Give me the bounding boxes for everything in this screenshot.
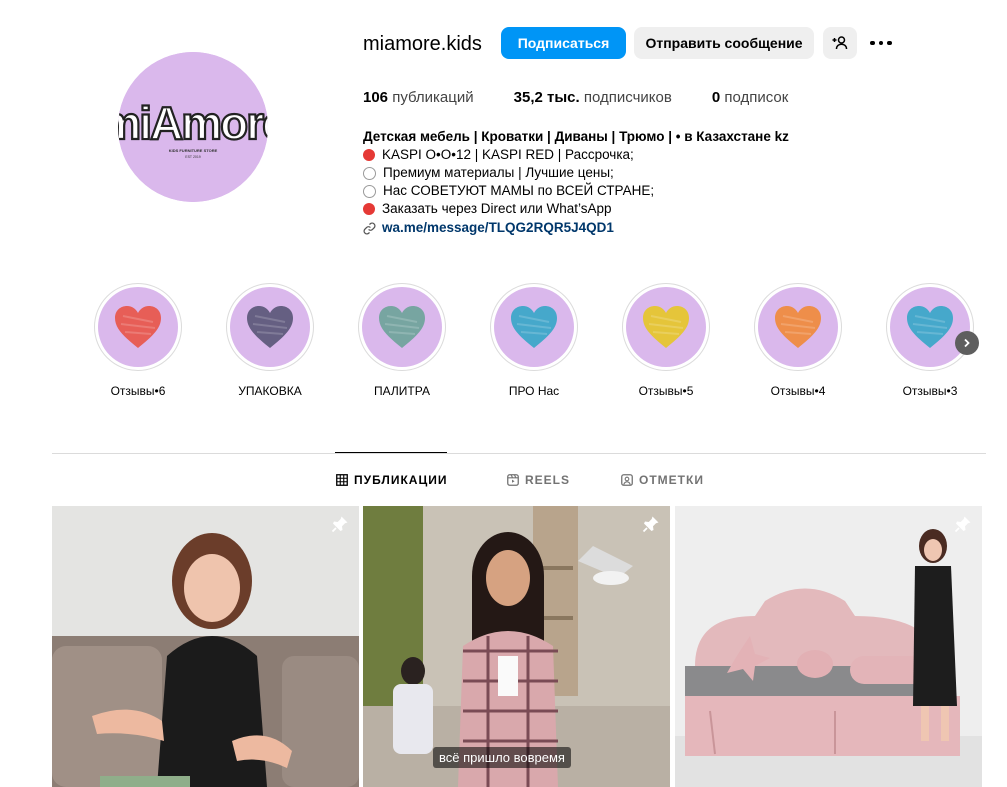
bio-line: Заказать через Direct или What’sApp	[363, 200, 823, 218]
highlight-item[interactable]: Отзывы•5	[611, 283, 721, 398]
post-caption: всё пришло вовремя	[433, 747, 571, 768]
tab-posts[interactable]: ПУБЛИКАЦИИ	[336, 473, 447, 487]
red-circle-icon	[363, 203, 375, 215]
heart-icon	[511, 306, 557, 348]
tab-reels[interactable]: REELS	[507, 473, 570, 487]
suggest-users-button[interactable]	[823, 27, 857, 59]
highlight-item[interactable]: ПАЛИТРА	[347, 283, 457, 398]
following-stat[interactable]: 0 подписок	[712, 89, 788, 106]
post-photo	[52, 506, 359, 787]
highlight-ring	[754, 283, 842, 371]
profile-username: miamore.kids	[363, 33, 482, 55]
heart-icon	[115, 306, 161, 348]
highlight-ring	[622, 283, 710, 371]
bio-link[interactable]: wa.me/message/TLQG2RQR5J4QD1	[363, 219, 823, 237]
highlight-cover	[98, 287, 178, 367]
highlights-next-button[interactable]	[955, 331, 979, 355]
white-circle-icon	[363, 184, 376, 198]
bio-line: Премиум материалы | Лучшие цены;	[363, 164, 823, 182]
more-options-button[interactable]	[866, 27, 896, 59]
followers-stat[interactable]: 35,2 тыс. подписчиков	[514, 89, 672, 106]
link-icon	[363, 222, 376, 234]
grid-icon	[336, 474, 348, 486]
highlight-cover	[890, 287, 970, 367]
profile-bio: Детская мебель | Кроватки | Диваны | Трю…	[363, 128, 823, 237]
posts-stat: 106 публикаций	[363, 89, 474, 106]
highlight-ring	[490, 283, 578, 371]
highlight-label: УПАКОВКА	[238, 384, 302, 398]
bio-name: Детская мебель | Кроватки | Диваны | Трю…	[363, 129, 789, 144]
pin-icon	[331, 516, 348, 533]
heart-icon	[379, 306, 425, 348]
highlight-label: Отзывы•4	[770, 384, 826, 398]
tagged-icon	[621, 474, 633, 486]
highlight-cover	[362, 287, 442, 367]
heart-icon	[775, 306, 821, 348]
active-tab-indicator	[335, 452, 447, 453]
add-user-icon	[832, 36, 848, 50]
highlight-item[interactable]: Отзывы•4	[743, 283, 853, 398]
tabs-divider	[52, 453, 986, 454]
svg-text:miAmore: miAmore	[118, 97, 268, 149]
highlight-cover	[230, 287, 310, 367]
pin-icon	[954, 516, 971, 533]
red-circle-icon	[363, 149, 375, 161]
white-circle-icon	[363, 166, 376, 180]
highlight-label: Отзывы•5	[638, 384, 694, 398]
post-photo	[675, 506, 982, 787]
highlight-ring	[94, 283, 182, 371]
highlight-label: Отзывы•6	[110, 384, 166, 398]
highlight-item[interactable]: УПАКОВКА	[215, 283, 325, 398]
highlight-label: ПАЛИТРА	[374, 384, 430, 398]
bio-line: Нас СОВЕТУЮТ МАМЫ по ВСЕЙ СТРАНЕ;	[363, 182, 823, 200]
highlight-cover	[626, 287, 706, 367]
highlight-cover	[758, 287, 838, 367]
send-message-button[interactable]: Отправить сообщение	[634, 27, 814, 59]
more-dot-icon	[870, 40, 875, 46]
reels-icon	[507, 474, 519, 486]
post-tile[interactable]	[675, 506, 982, 787]
heart-icon	[247, 306, 293, 348]
highlight-label: ПРО Нас	[508, 384, 560, 398]
chevron-right-icon	[964, 338, 970, 348]
highlight-ring	[358, 283, 446, 371]
post-tile[interactable]: всё пришло вовремя	[363, 506, 670, 787]
svg-text:EST 2019: EST 2019	[185, 155, 201, 159]
post-photo	[363, 506, 670, 787]
tab-tagged[interactable]: ОТМЕТКИ	[621, 473, 704, 487]
profile-stats: 106 публикаций 35,2 тыс. подписчиков 0 п…	[363, 89, 828, 106]
svg-text:KIDS FURNITURE STORE: KIDS FURNITURE STORE	[169, 148, 218, 153]
highlight-item[interactable]: Отзывы•6	[83, 283, 193, 398]
highlight-ring	[886, 283, 974, 371]
highlight-cover	[494, 287, 574, 367]
heart-icon	[907, 306, 953, 348]
post-tile[interactable]	[52, 506, 359, 787]
bio-line: KASPI O•O•12 | KASPI RED | Рассрочка;	[363, 146, 823, 164]
heart-icon	[643, 306, 689, 348]
highlight-label: Отзывы•3	[902, 384, 958, 398]
follow-button[interactable]: Подписаться	[501, 27, 626, 59]
highlight-ring	[226, 283, 314, 371]
highlight-item[interactable]: ПРО Нас	[479, 283, 589, 398]
pin-icon	[642, 516, 659, 533]
profile-avatar[interactable]: miAmore KIDS FURNITURE STORE EST 2019	[118, 52, 268, 202]
brand-logo: miAmore KIDS FURNITURE STORE EST 2019	[118, 52, 268, 202]
